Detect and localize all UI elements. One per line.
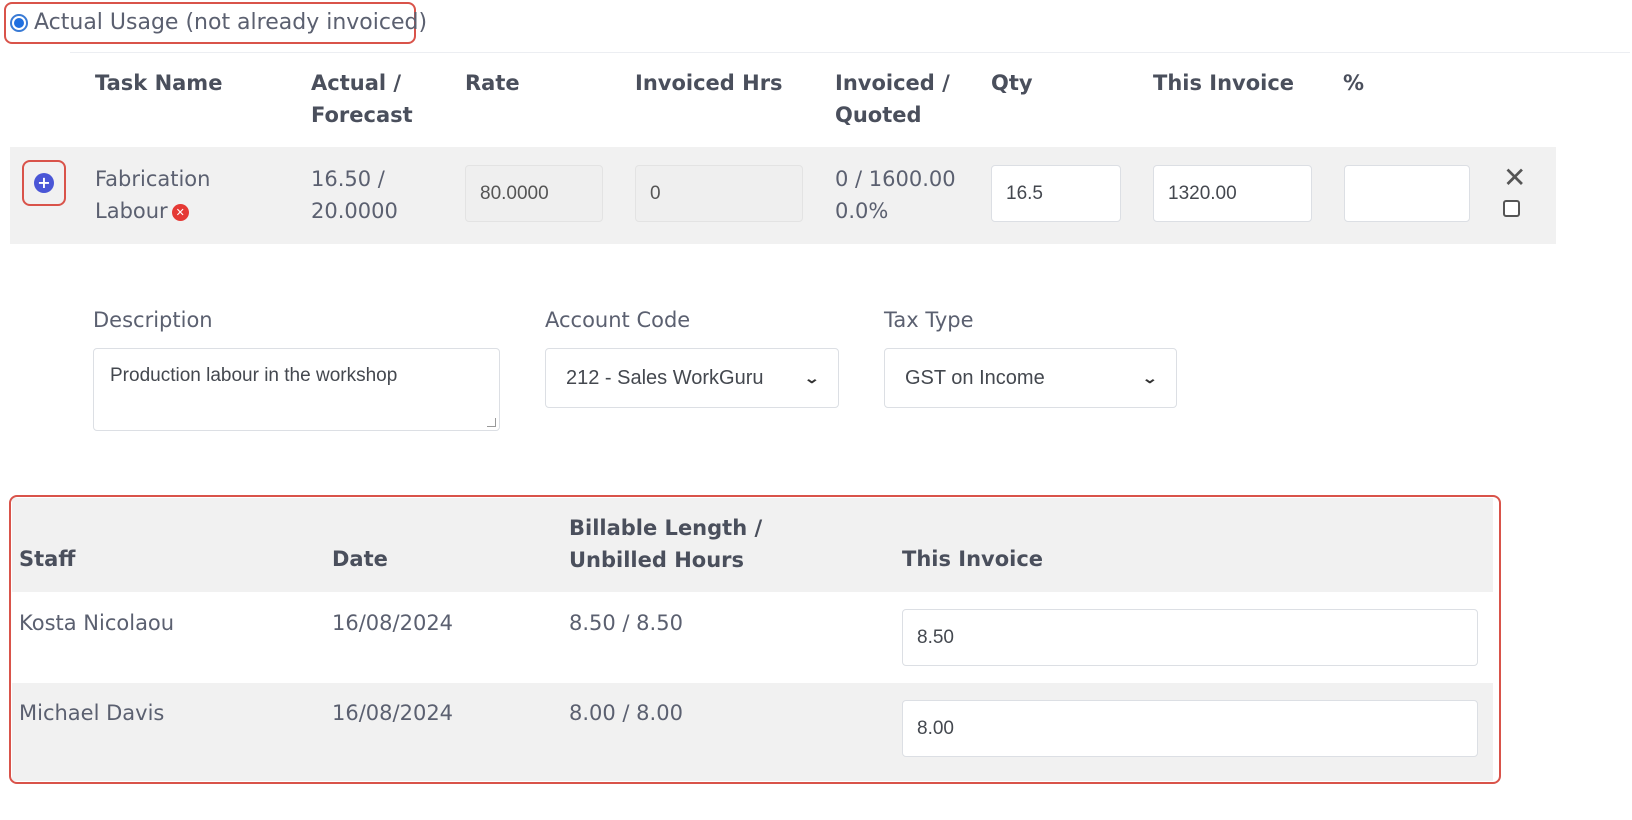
header-actual-forecast: Actual / Forecast [311, 67, 413, 131]
resize-handle-icon[interactable] [487, 418, 496, 427]
tax-type-value: GST on Income [905, 366, 1045, 389]
account-code-select[interactable]: 212 - Sales WorkGuru ⌄ [545, 348, 839, 408]
task-name-line1: Fabrication [95, 167, 211, 191]
chevron-down-icon: ⌄ [803, 369, 821, 386]
header-actual-forecast-line1: Actual / [311, 71, 402, 95]
plus-circle-icon: + [34, 173, 54, 193]
close-icon[interactable]: ✕ [1503, 164, 1526, 192]
invoiced-quoted-cell: 0 / 1600.00 0.0% [835, 163, 956, 227]
rate-input[interactable]: 80.0000 [465, 165, 603, 222]
actual-usage-radio[interactable]: Actual Usage (not already invoiced) [10, 10, 427, 35]
header-invoiced-quoted: Invoiced / Quoted [835, 67, 950, 131]
description-label: Description [93, 308, 213, 332]
task-name-cell: Fabrication Labour ✕ [95, 163, 210, 227]
account-code-label: Account Code [545, 308, 691, 332]
account-code-value: 212 - Sales WorkGuru [566, 366, 764, 389]
header-percent: % [1343, 71, 1365, 95]
divider [70, 52, 1630, 53]
header-task-name: Task Name [95, 71, 223, 95]
description-textarea[interactable]: Production labour in the workshop [93, 348, 500, 431]
expand-button[interactable]: + [22, 160, 66, 206]
row-checkbox[interactable] [1503, 200, 1520, 217]
staff-highlight-box [9, 495, 1501, 784]
tax-type-select[interactable]: GST on Income ⌄ [884, 348, 1177, 408]
forecast-value: 20.0000 [311, 199, 398, 223]
header-invoiced-hrs: Invoiced Hrs [635, 71, 783, 95]
task-name-line2: Labour [95, 199, 168, 223]
header-this-invoice: This Invoice [1153, 71, 1295, 95]
actual-forecast-cell: 16.50 / 20.0000 [311, 163, 398, 227]
header-rate: Rate [465, 71, 520, 95]
radio-button-icon[interactable] [10, 13, 28, 32]
tax-type-label: Tax Type [884, 308, 974, 332]
header-invoiced-quoted-line1: Invoiced / [835, 71, 950, 95]
header-invoiced-quoted-line2: Quoted [835, 103, 922, 127]
actual-value: 16.50 / [311, 167, 385, 191]
qty-input[interactable]: 16.5 [991, 165, 1121, 222]
actual-usage-label: Actual Usage (not already invoiced) [34, 10, 428, 35]
header-qty: Qty [991, 71, 1033, 95]
remove-task-icon[interactable]: ✕ [171, 203, 189, 221]
invoiced-percent-value: 0.0% [835, 199, 889, 223]
this-invoice-input[interactable]: 1320.00 [1153, 165, 1312, 222]
invoiced-quoted-value: 0 / 1600.00 [835, 167, 956, 191]
description-value: Production labour in the workshop [110, 365, 398, 386]
chevron-down-icon: ⌄ [1141, 369, 1159, 386]
header-actual-forecast-line2: Forecast [311, 103, 413, 127]
percent-input[interactable] [1344, 165, 1470, 222]
invoiced-hrs-input[interactable]: 0 [635, 165, 803, 222]
